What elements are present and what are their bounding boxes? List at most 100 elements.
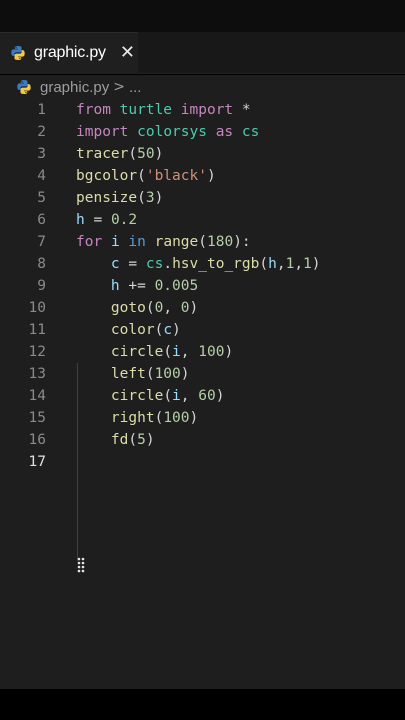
code-token: ) <box>311 256 321 272</box>
code-token: ( <box>145 300 155 316</box>
line-number: 5 <box>37 190 46 206</box>
code-line[interactable]: 13 left(100) <box>0 363 405 385</box>
code-token: 'black' <box>145 168 207 184</box>
code-line[interactable]: 6 h = 0.2 <box>0 209 405 231</box>
code-text: tracer(50) <box>76 143 163 165</box>
code-line[interactable]: 10 goto(0, 0) <box>0 297 405 319</box>
code-token: ) <box>154 190 164 206</box>
code-text: circle(i, 100) <box>76 341 233 363</box>
code-token: * <box>233 102 251 118</box>
code-token: 100 <box>163 410 190 426</box>
code-token: 60 <box>198 388 216 404</box>
code-token: cs <box>145 256 164 272</box>
code-token: 5 <box>137 432 146 448</box>
code-text: color(c) <box>76 319 181 341</box>
code-token: ): <box>233 234 251 250</box>
code-token: ) <box>189 300 199 316</box>
line-number: 9 <box>37 278 46 294</box>
code-token: fd <box>110 432 129 448</box>
bottom-bar <box>0 689 405 720</box>
code-text: fd(5) <box>76 429 155 451</box>
python-icon <box>17 80 31 94</box>
line-number: 6 <box>37 212 46 228</box>
code-token: ( <box>154 322 164 338</box>
code-line[interactable]: 7 for i in range(180): <box>0 231 405 253</box>
code-line[interactable]: 11 color(c) <box>0 319 405 341</box>
code-token: ( <box>163 344 173 360</box>
code-token: goto <box>110 300 146 316</box>
code-token: c <box>163 322 173 338</box>
code-token: h <box>268 256 277 272</box>
code-token: i <box>172 388 181 404</box>
code-token: = <box>119 256 146 272</box>
code-editor[interactable]: 1 from turtle import * 2 import colorsys as… <box>0 99 405 689</box>
line-number: 1 <box>37 102 46 118</box>
code-token: 1 <box>285 256 295 272</box>
code-text: for i in range(180): <box>76 231 251 253</box>
code-line[interactable]: 9 h += 0.005 <box>0 275 405 297</box>
code-token: ) <box>172 322 181 338</box>
code-line[interactable]: 16 fd(5) <box>0 429 405 451</box>
code-token: left <box>110 366 146 382</box>
code-text: circle(i, 60) <box>76 385 225 407</box>
code-token: ) <box>145 432 155 448</box>
code-text: bgcolor('black') <box>76 165 216 187</box>
code-token: colorsys <box>137 124 207 140</box>
code-token: in <box>128 234 146 250</box>
code-token: range <box>154 234 199 250</box>
breadcrumb-more[interactable]: ... <box>129 79 142 96</box>
code-token: = <box>84 212 111 228</box>
code-token: ( <box>137 190 146 206</box>
breadcrumb: graphic.py > ... <box>0 75 405 99</box>
tab-label: graphic.py <box>34 44 106 61</box>
code-token: circle <box>110 388 164 404</box>
code-line[interactable]: 2 import colorsys as cs <box>0 121 405 143</box>
code-text: right(100) <box>76 407 198 429</box>
code-token: color <box>110 322 155 338</box>
code-token: ( <box>145 366 155 382</box>
code-line[interactable]: 12 circle(i, 100) <box>0 341 405 363</box>
code-text: left(100) <box>76 363 190 385</box>
code-text: import colorsys as cs <box>76 121 259 143</box>
code-line[interactable]: 5 pensize(3) <box>0 187 405 209</box>
line-number: 8 <box>37 256 46 272</box>
breadcrumb-file[interactable]: graphic.py <box>40 79 109 96</box>
code-line[interactable]: 3 tracer(50) <box>0 143 405 165</box>
drag-handle-icon[interactable] <box>76 557 88 573</box>
code-line[interactable]: 14 circle(i, 60) <box>0 385 405 407</box>
code-token: right <box>110 410 155 426</box>
code-token: 100 <box>198 344 225 360</box>
code-token: , <box>180 344 199 360</box>
line-number: 10 <box>28 300 46 316</box>
code-token: pensize <box>76 190 138 206</box>
code-text: h = 0.2 <box>76 209 137 231</box>
code-token: ( <box>198 234 207 250</box>
code-token: ) <box>180 366 190 382</box>
code-line[interactable]: 4 bgcolor('black') <box>0 165 405 187</box>
python-icon <box>11 46 25 60</box>
tab-graphic-py[interactable]: graphic.py ✕ <box>0 32 138 74</box>
close-icon[interactable]: ✕ <box>120 44 135 62</box>
code-line[interactable]: 8 c = cs.hsv_to_rgb(h,1,1) <box>0 253 405 275</box>
code-token: ) <box>206 168 216 184</box>
code-token: hsv_to_rgb <box>172 256 260 272</box>
code-token: , <box>163 300 181 316</box>
code-line[interactable]: 15 right(100) <box>0 407 405 429</box>
code-token: 1 <box>303 256 312 272</box>
line-number: 13 <box>28 366 46 382</box>
code-token: for <box>76 234 103 250</box>
code-line[interactable]: 1 from turtle import * <box>0 99 405 121</box>
line-number: 12 <box>28 344 46 360</box>
code-token: ( <box>128 146 138 162</box>
code-line[interactable]: 17 <box>0 451 405 473</box>
code-token: tracer <box>76 146 129 162</box>
